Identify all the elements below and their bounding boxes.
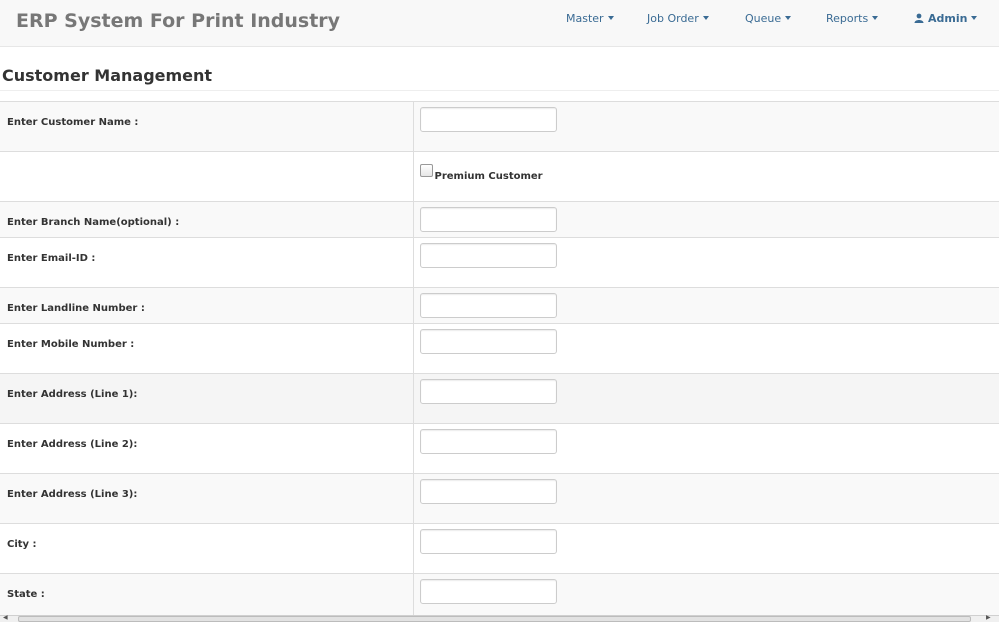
city-input[interactable] xyxy=(419,529,557,554)
branch-name-label: Enter Branch Name(optional) : xyxy=(7,217,180,228)
form-row-mobile: Enter Mobile Number : xyxy=(0,323,999,374)
form-row-state: State : xyxy=(0,573,999,616)
mobile-input[interactable] xyxy=(419,329,557,354)
premium-customer-option[interactable]: Premium Customer xyxy=(419,157,999,182)
nav-queue-label: Queue xyxy=(745,12,782,25)
address-line2-label: Enter Address (Line 2): xyxy=(7,439,138,450)
app-brand[interactable]: ERP System For Print Industry xyxy=(16,10,340,32)
form-row-branch: Enter Branch Name(optional) : xyxy=(0,201,999,238)
address-line3-input[interactable] xyxy=(419,479,557,504)
customer-name-input[interactable] xyxy=(419,107,557,132)
nav-job-order-label: Job Order xyxy=(647,12,699,25)
horizontal-scrollbar[interactable]: ◀ ▶ xyxy=(0,614,999,622)
landline-input[interactable] xyxy=(419,293,557,318)
address-line2-input[interactable] xyxy=(419,429,557,454)
email-label: Enter Email-ID : xyxy=(7,253,96,264)
premium-customer-label[interactable]: Premium Customer xyxy=(435,171,543,182)
customer-name-label: Enter Customer Name : xyxy=(7,117,139,128)
scrollbar-thumb[interactable] xyxy=(18,616,971,622)
nav-job-order-menu[interactable]: Job Order xyxy=(647,12,709,25)
nav-admin-menu[interactable]: Admin xyxy=(914,12,978,25)
state-input[interactable] xyxy=(419,579,557,604)
title-divider xyxy=(0,90,999,91)
address-line1-input[interactable] xyxy=(419,379,557,404)
user-icon xyxy=(914,13,924,23)
premium-customer-checkbox[interactable] xyxy=(419,164,433,177)
nav-reports-menu[interactable]: Reports xyxy=(826,12,879,25)
form-row-city: City : xyxy=(0,523,999,574)
email-input[interactable] xyxy=(419,243,557,268)
nav-master-menu[interactable]: Master xyxy=(566,12,614,25)
nav-queue-menu[interactable]: Queue xyxy=(745,12,792,25)
form-row-landline: Enter Landline Number : xyxy=(0,287,999,324)
nav-admin-label: Admin xyxy=(928,12,968,25)
state-label: State : xyxy=(7,589,45,600)
landline-label: Enter Landline Number : xyxy=(7,303,145,314)
caret-down-icon xyxy=(607,16,614,20)
caret-down-icon xyxy=(872,16,879,20)
caret-down-icon xyxy=(785,16,792,20)
form-row-premium: Premium Customer xyxy=(0,151,999,202)
form-row-customer-name: Enter Customer Name : xyxy=(0,101,999,152)
form-row-email: Enter Email-ID : xyxy=(0,237,999,288)
address-line3-label: Enter Address (Line 3): xyxy=(7,489,138,500)
nav-reports-label: Reports xyxy=(826,12,869,25)
city-label: City : xyxy=(7,539,37,550)
nav-master-label: Master xyxy=(566,12,604,25)
mobile-label: Enter Mobile Number : xyxy=(7,339,135,350)
form-row-address2: Enter Address (Line 2): xyxy=(0,423,999,474)
branch-name-input[interactable] xyxy=(419,207,557,232)
address-line1-label: Enter Address (Line 1): xyxy=(7,389,138,400)
page-title: Customer Management xyxy=(2,66,213,85)
scroll-right-arrow-icon[interactable]: ▶ xyxy=(986,614,991,621)
caret-down-icon xyxy=(971,16,978,20)
form-row-address3: Enter Address (Line 3): xyxy=(0,473,999,524)
form-row-address1: Enter Address (Line 1): xyxy=(0,373,999,424)
customer-form-table: Enter Customer Name : Premium Customer E… xyxy=(0,101,999,616)
scroll-left-arrow-icon[interactable]: ◀ xyxy=(3,614,8,621)
caret-down-icon xyxy=(702,16,709,20)
top-navbar: ERP System For Print Industry Master Job… xyxy=(0,0,999,47)
